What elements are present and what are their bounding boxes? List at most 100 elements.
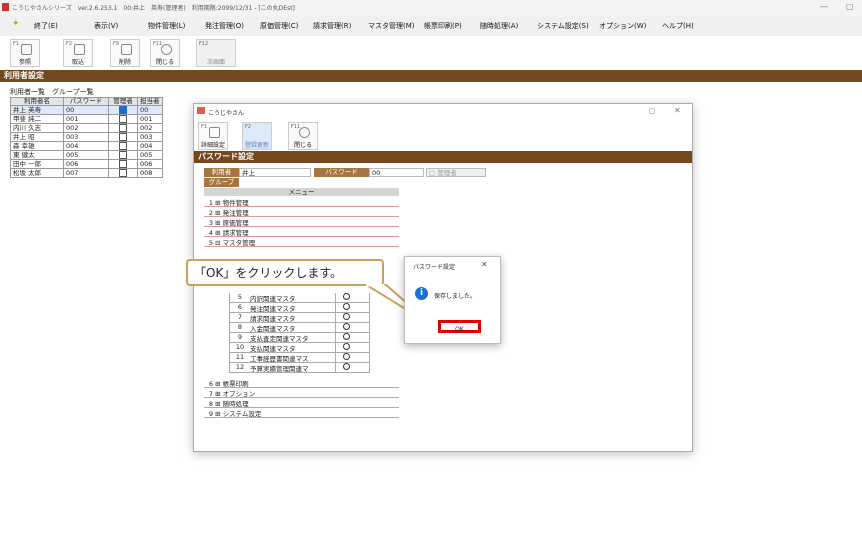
admin-checkbox[interactable] [119,106,127,114]
menu-item[interactable]: ヘルプ(H) [662,21,694,31]
circle-icon[interactable] [342,333,350,340]
menu-item[interactable]: 原価管理(C) [260,21,298,31]
menu-row[interactable]: 3 ⊞ 原価管理 [204,217,399,227]
submenu-row[interactable]: 11 工事経歴書関連マス [229,353,370,363]
admin-checkbox[interactable] [119,124,127,132]
password-field[interactable]: 00 [369,168,424,177]
expand-icon[interactable]: ⊞ [215,219,220,227]
cell: 003 [63,132,109,142]
cell: 井上 昭 [10,132,64,142]
admin-checkbox[interactable] [119,142,127,150]
submenu-row[interactable]: 10 支払関連マスタ [229,343,370,353]
circle-icon[interactable] [342,323,350,330]
button-label: 取込 [71,59,84,66]
collapse-icon[interactable]: ⊟ [215,239,220,247]
menu-item[interactable]: 終了(E) [34,21,58,31]
admin-checkbox[interactable]: ▢ 管理者 [426,168,486,177]
table-row[interactable]: 田中 一郎 006 006 [10,159,163,169]
menu-name: 予算実績管理関連マ [250,365,309,372]
table-row[interactable]: 森 幸雄 004 004 [10,141,163,151]
f1-reference-button[interactable]: F1 参照 [10,39,40,67]
menu-item[interactable]: マスタ管理(M) [368,21,415,31]
menu-row[interactable]: 5 ⊟ マスタ管理 [204,237,399,247]
table-row[interactable]: 井上 英寿 00 00 [10,105,163,115]
ok-button[interactable]: OK [438,320,481,333]
menu-no: 1 [208,199,213,207]
circle-icon[interactable] [342,303,350,310]
button-label: 削除 [118,59,131,66]
submenu-row[interactable]: 5 内訳関連マスタ [229,293,370,303]
expand-icon[interactable]: ⊞ [215,380,220,388]
maximize-icon[interactable]: ▢ [649,107,656,115]
table-row[interactable]: 甲斐 純二 001 001 [10,114,163,124]
column-header: 利用者名 [10,97,64,106]
app-menu-icon[interactable]: ✦ [12,19,20,29]
f12-next-button[interactable]: F12 次画面 [196,39,236,67]
admin-checkbox[interactable] [119,115,127,123]
menu-row[interactable]: 4 ⊞ 請求管理 [204,227,399,237]
menu-item[interactable]: 発注管理(O) [205,21,244,31]
expand-icon[interactable]: ⊞ [215,390,220,398]
tab-group-list[interactable]: グループ一覧 [52,87,94,97]
expand-icon[interactable]: ⊞ [215,410,220,418]
circle-icon[interactable] [342,293,350,300]
admin-checkbox[interactable] [119,160,127,168]
menu-item[interactable]: 表示(V) [94,21,118,31]
close-icon[interactable]: ✕ [481,260,488,269]
menu-no: 2 [208,209,213,217]
circle-icon[interactable] [342,313,350,320]
cell: 田中 一郎 [10,159,64,169]
maximize-icon[interactable]: ▢ [846,2,854,11]
submenu-row[interactable]: 8 入金関連マスタ [229,323,370,333]
f1-detail-button[interactable]: F1 詳細設定 [198,122,228,150]
circle-icon[interactable] [342,353,350,360]
menu-row[interactable]: 6 ⊞ 帳票印刷 [204,378,399,388]
menu-no: 8 [208,400,213,408]
menu-row[interactable]: 8 ⊞ 随時処理 [204,398,399,408]
menu-row[interactable]: 9 ⊞ システム設定 [204,408,399,418]
menu-row[interactable]: 7 ⊞ オプション [204,388,399,398]
circle-icon[interactable] [342,363,350,370]
table-row[interactable]: 内川 久志 002 002 [10,123,163,133]
menu-name: 帳票印刷 [222,380,249,388]
menu-row[interactable]: 2 ⊞ 発注管理 [204,207,399,217]
tab-user-list[interactable]: 利用者一覧 [10,87,45,97]
expand-icon[interactable]: ⊞ [215,199,220,207]
minimize-icon[interactable]: — [820,2,828,11]
admin-checkbox[interactable] [119,169,127,177]
close-icon[interactable]: ✕ [674,106,681,115]
menu-item[interactable]: オプション(W) [599,21,646,31]
menu-item[interactable]: 請求管理(R) [313,21,351,31]
menu-item[interactable]: 帳票印刷(P) [424,21,462,31]
save-alert-dialog: パスワード設定 ✕ i 保存しました。 OK [404,256,501,344]
menu-item[interactable]: 随時処理(A) [480,21,518,31]
expand-icon[interactable]: ⊞ [215,229,220,237]
menu-name: 物件管理 [222,199,249,207]
dialog-title: こうじやさん [208,110,245,117]
title-bar: こうじやさんシリーズ ver.2.6.253.1 00:井上 英寿(管理者) 利… [0,0,862,16]
menu-item[interactable]: 物件管理(L) [148,21,185,31]
menu-bar: ✦ 終了(E) 表示(V) 物件管理(L) 発注管理(O) 原価管理(C) 請求… [0,16,862,37]
expand-icon[interactable]: ⊞ [215,209,220,217]
table-row[interactable]: 東 健太 005 005 [10,150,163,160]
menu-row[interactable]: 1 ⊞ 物件管理 [204,197,399,207]
f11-close-button[interactable]: F11 閉じる [288,122,318,150]
table-row[interactable]: 井上 昭 003 003 [10,132,163,142]
submenu-row[interactable]: 6 発注関連マスタ [229,303,370,313]
submenu-row[interactable]: 12 予算実績管理関連マ [229,363,370,373]
f9-delete-button[interactable]: F9 削除 [110,39,140,67]
table-row[interactable]: 松坂 太郎 007 008 [10,168,163,178]
admin-checkbox[interactable] [119,133,127,141]
submenu-row[interactable]: 9 支払査定関連マスタ [229,333,370,343]
f11-close-button[interactable]: F11 閉じる [150,39,180,67]
submenu-row[interactable]: 7 請求関連マスタ [229,313,370,323]
f2-import-button[interactable]: F2 取込 [63,39,93,67]
user-field[interactable]: 井上 [239,168,311,177]
app-icon [2,3,9,11]
admin-checkbox[interactable] [119,151,127,159]
menu-name: 発注管理 [222,209,249,217]
expand-icon[interactable]: ⊞ [215,400,220,408]
f2-save-button[interactable]: F2 登録更新 [242,122,272,150]
circle-icon[interactable] [342,343,350,350]
menu-item[interactable]: システム設定(S) [537,21,589,31]
